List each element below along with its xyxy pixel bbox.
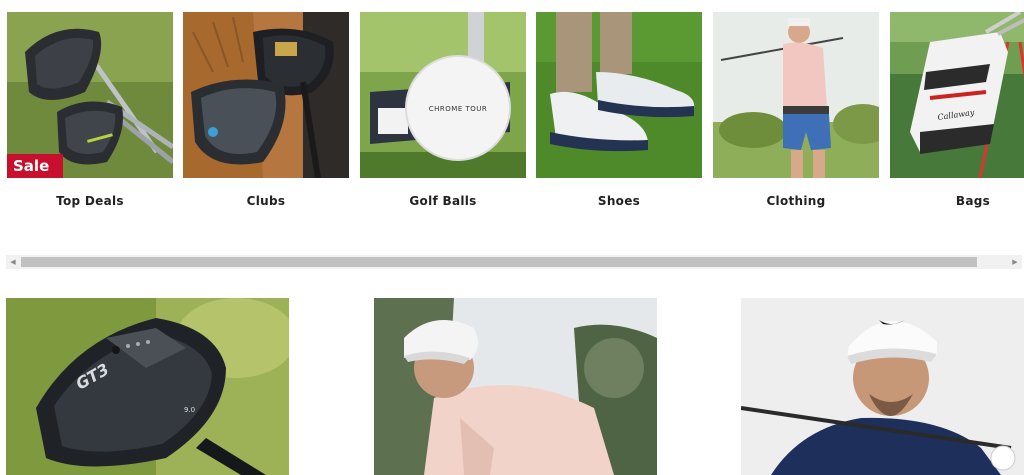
category-clubs[interactable]: Clubs bbox=[183, 12, 349, 212]
category-label-golf-balls[interactable]: Golf Balls bbox=[360, 194, 526, 208]
golf-shoes-photo bbox=[536, 12, 702, 178]
golfer-swing-photo bbox=[713, 12, 879, 178]
category-shoes[interactable]: Shoes bbox=[536, 12, 702, 212]
golfer-white-cap-photo bbox=[374, 298, 657, 475]
scrollbar-thumb[interactable] bbox=[21, 257, 977, 267]
driver-closeup-photo: GT3 9.0 bbox=[6, 298, 289, 475]
golf-balls-image[interactable]: CHROME TOUR bbox=[360, 12, 526, 178]
top-deals-image[interactable]: Sale bbox=[7, 12, 173, 178]
svg-text:9.0: 9.0 bbox=[184, 406, 195, 414]
promo-tile-driver[interactable]: GT3 9.0 bbox=[6, 298, 289, 475]
category-bags[interactable]: Callaway Bags bbox=[890, 12, 1024, 212]
clothing-image[interactable] bbox=[713, 12, 879, 178]
scroll-right-arrow-icon[interactable]: ▶ bbox=[1008, 255, 1022, 269]
category-top-deals[interactable]: Sale Top Deals bbox=[7, 12, 173, 212]
svg-text:CHROME TOUR: CHROME TOUR bbox=[429, 105, 488, 113]
shoes-image[interactable] bbox=[536, 12, 702, 178]
promo-tile-apparel[interactable] bbox=[374, 298, 657, 475]
golf-ball-photo: CHROME TOUR bbox=[360, 12, 526, 178]
sale-badge: Sale bbox=[7, 154, 63, 178]
category-golf-balls[interactable]: CHROME TOUR Golf Balls bbox=[360, 12, 526, 212]
golf-bag-photo: Callaway bbox=[890, 12, 1024, 178]
category-label-shoes[interactable]: Shoes bbox=[536, 194, 702, 208]
category-label-clubs[interactable]: Clubs bbox=[183, 194, 349, 208]
golf-clubs-bag-photo bbox=[183, 12, 349, 178]
category-scrollbar[interactable]: ◀ ▶ bbox=[6, 255, 1022, 269]
bags-image[interactable]: Callaway bbox=[890, 12, 1024, 178]
category-label-top-deals[interactable]: Top Deals bbox=[7, 194, 173, 208]
golfer-nike-cap-photo bbox=[741, 298, 1024, 475]
category-carousel: Sale Top Deals Clubs CHROME TOUR Golf Ba… bbox=[0, 12, 1024, 212]
clubs-image[interactable] bbox=[183, 12, 349, 178]
scroll-left-arrow-icon[interactable]: ◀ bbox=[6, 255, 20, 269]
promo-tile-player[interactable] bbox=[741, 298, 1024, 475]
category-label-bags[interactable]: Bags bbox=[890, 194, 1024, 208]
category-clothing[interactable]: Clothing bbox=[713, 12, 879, 212]
category-label-clothing[interactable]: Clothing bbox=[713, 194, 879, 208]
